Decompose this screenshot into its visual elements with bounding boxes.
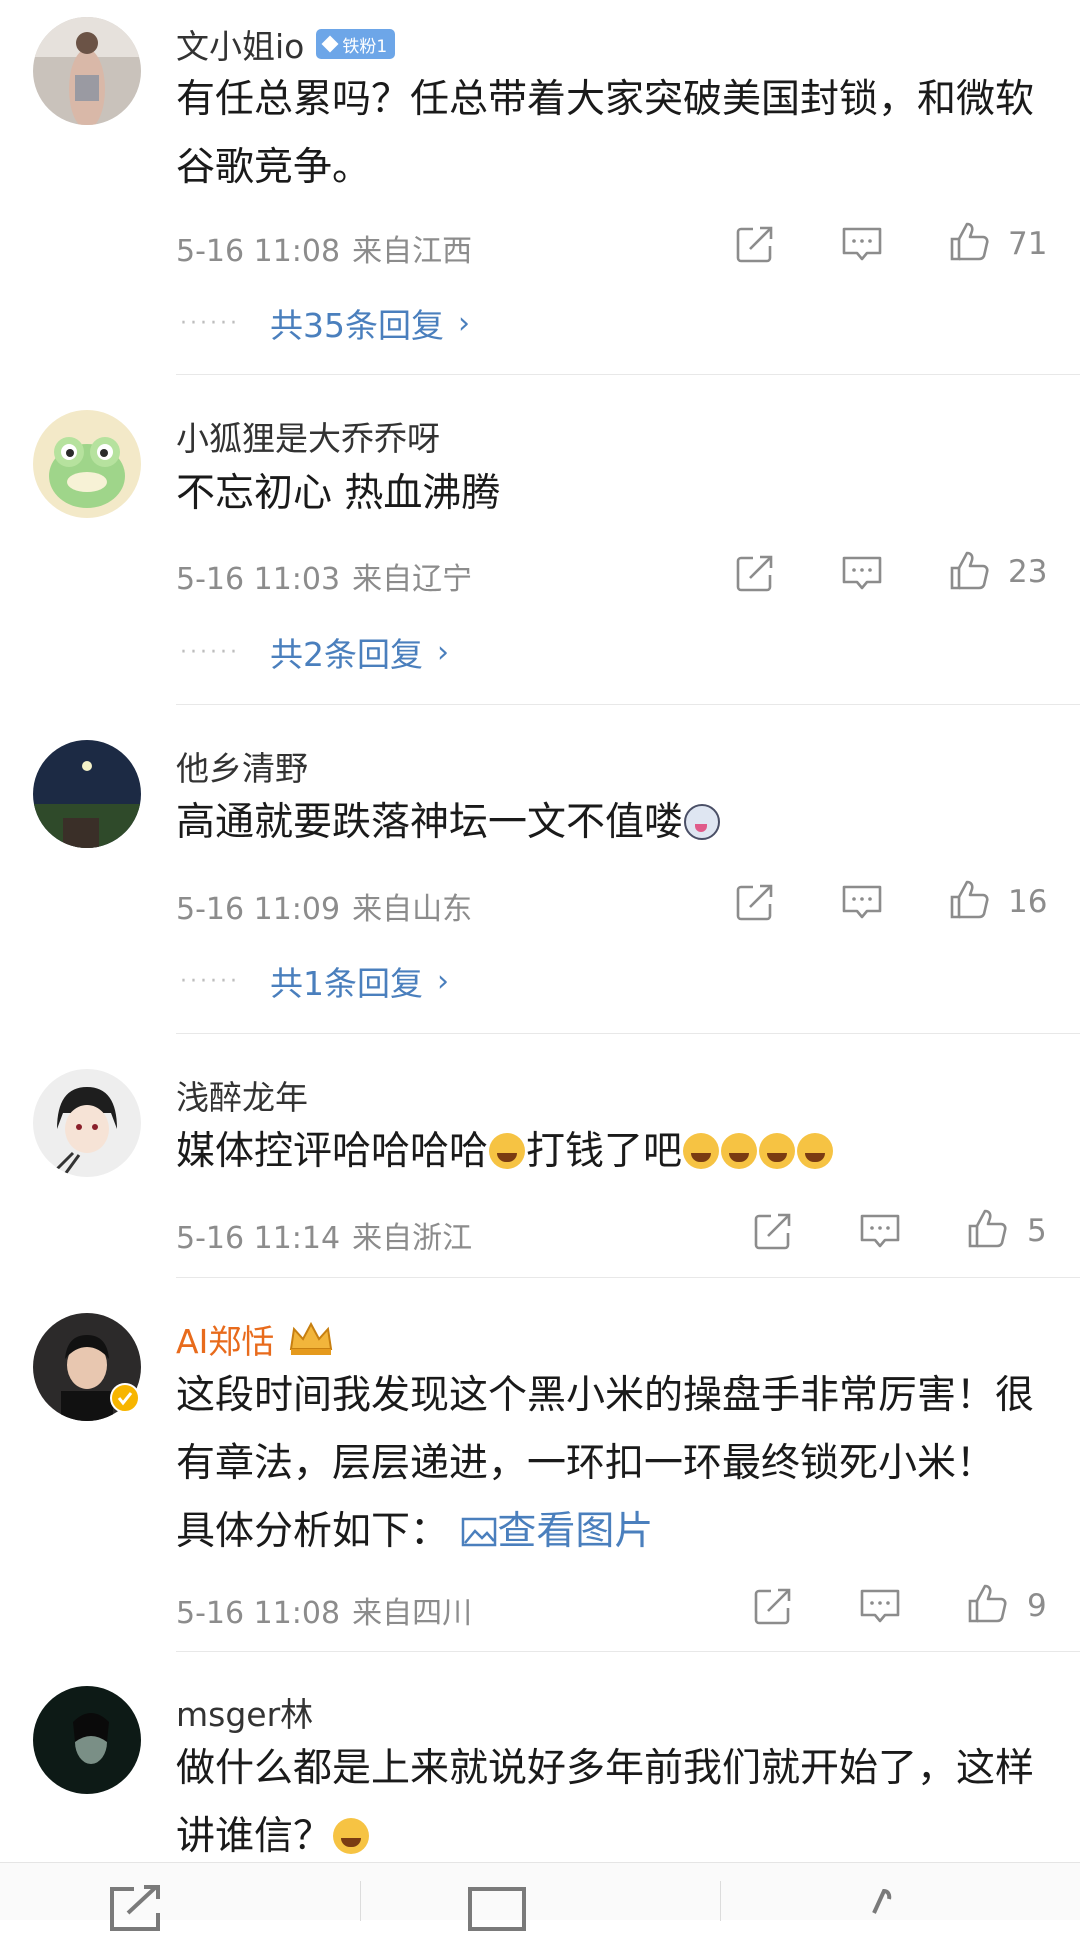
avatar[interactable]: [33, 410, 141, 518]
share-icon[interactable]: [751, 1209, 795, 1253]
username-label: 浅醉龙年: [176, 1078, 308, 1117]
comment-icon[interactable]: [466, 1883, 528, 1933]
like-icon[interactable]: [947, 220, 991, 264]
avatar[interactable]: [33, 17, 141, 125]
dots-decoration: ······: [180, 310, 240, 336]
crown-icon: [290, 1321, 333, 1355]
comment-meta: 5-16 11:03 来自辽宁: [176, 554, 472, 598]
dots-decoration: ······: [180, 639, 240, 665]
comment-time: 5-16 11:08: [176, 234, 341, 269]
like-count: 16: [1008, 884, 1048, 920]
comment-location: 来自浙江: [352, 1221, 473, 1256]
comment-time: 5-16 11:09: [176, 892, 341, 927]
comment-location: 来自四川: [352, 1596, 473, 1631]
view-replies-link[interactable]: ······ 共35条回复 ›: [180, 299, 470, 347]
username-label: msger林: [176, 1695, 314, 1734]
username-label: 他乡清野: [176, 749, 308, 788]
divider: [176, 1651, 1080, 1652]
share-icon[interactable]: [733, 880, 777, 924]
comment-text: 媒体控评哈哈哈哈 打钱了吧: [176, 1118, 1036, 1186]
username[interactable]: AI郑恬: [176, 1315, 336, 1363]
emoji-icon: [684, 804, 721, 840]
comment-text: 高通就要跌落神坛一文不值喽: [176, 789, 1036, 857]
comment-icon[interactable]: [840, 222, 884, 266]
username[interactable]: 文小姐io 铁粉1: [176, 20, 396, 68]
comment-location: 来自江西: [352, 234, 473, 269]
comment-icon[interactable]: [840, 880, 884, 924]
like-count: 23: [1008, 554, 1048, 590]
laugh-emoji-icon: [721, 1133, 758, 1169]
chevron-right-icon: ›: [436, 634, 449, 670]
divider: [720, 1881, 721, 1921]
username-label: 文小姐io: [176, 27, 305, 66]
laugh-emoji-icon: [333, 1818, 370, 1854]
image-icon: [462, 1517, 497, 1547]
view-image-link[interactable]: 查看图片: [461, 1509, 653, 1554]
like-icon[interactable]: [947, 878, 991, 922]
laugh-emoji-icon: [797, 1133, 834, 1169]
comment-text: 不忘初心 热血沸腾: [176, 471, 501, 516]
like-count: 9: [1027, 1588, 1047, 1624]
divider: [176, 1277, 1080, 1278]
comment-location: 来自山东: [352, 892, 473, 927]
like-icon[interactable]: [965, 1207, 1009, 1251]
username-label: 小狐狸是大乔乔呀: [176, 419, 440, 458]
avatar[interactable]: [33, 1069, 141, 1177]
comment-meta: 5-16 11:14 来自浙江: [176, 1213, 472, 1257]
comment-meta: 5-16 11:08 来自四川: [176, 1588, 472, 1632]
like-count: 71: [1008, 226, 1048, 262]
divider: [176, 1033, 1080, 1034]
comment-time: 5-16 11:08: [176, 1596, 341, 1631]
comment-text: 有任总累吗？任总带着大家突破美国封锁，和微软谷歌竞争。: [176, 77, 1035, 190]
comment-location: 来自辽宁: [352, 562, 473, 597]
like-icon[interactable]: [860, 1883, 910, 1933]
username[interactable]: 他乡清野: [176, 742, 308, 790]
share-icon[interactable]: [733, 551, 777, 595]
avatar[interactable]: [33, 740, 141, 848]
comment-text: 做什么都是上来就说好多年前我们就开始了，这样讲谁信？: [176, 1746, 1035, 1859]
laugh-emoji-icon: [759, 1133, 796, 1169]
divider: [176, 704, 1080, 705]
avatar[interactable]: [33, 1686, 141, 1794]
comment-meta: 5-16 11:09 来自山东: [176, 884, 472, 928]
dots-decoration: ······: [180, 968, 240, 994]
chevron-right-icon: ›: [457, 305, 470, 341]
comment-time: 5-16 11:03: [176, 562, 341, 597]
laugh-emoji-icon: [489, 1133, 526, 1169]
divider: [176, 374, 1080, 375]
comment-icon[interactable]: [858, 1209, 902, 1253]
username[interactable]: msger林: [176, 1688, 313, 1736]
share-icon[interactable]: [104, 1883, 166, 1933]
like-icon[interactable]: [965, 1582, 1009, 1626]
share-icon[interactable]: [733, 222, 777, 266]
like-icon[interactable]: [947, 549, 991, 593]
fan-badge: 铁粉1: [316, 29, 396, 59]
username-label: AI郑恬: [176, 1322, 275, 1361]
username[interactable]: 浅醉龙年: [176, 1071, 308, 1119]
bottom-action-bar: [0, 1862, 1080, 1931]
like-count: 5: [1027, 1213, 1047, 1249]
comment-time: 5-16 11:14: [176, 1221, 341, 1256]
view-replies-link[interactable]: ······ 共1条回复 ›: [180, 957, 449, 1005]
username[interactable]: 小狐狸是大乔乔呀: [176, 412, 440, 460]
chevron-right-icon: ›: [436, 963, 449, 999]
comment-icon[interactable]: [840, 551, 884, 595]
laugh-emoji-icon: [683, 1133, 720, 1169]
verified-icon: [110, 1383, 140, 1413]
comment-meta: 5-16 11:08 来自江西: [176, 226, 472, 270]
view-replies-link[interactable]: ······ 共2条回复 ›: [180, 628, 449, 676]
comment-text: 这段时间我发现这个黑小米的操盘手非常厉害！很有章法，层层递进，一环扣一环最终锁死…: [176, 1373, 1035, 1554]
comment-icon[interactable]: [858, 1584, 902, 1628]
share-icon[interactable]: [751, 1584, 795, 1628]
divider: [360, 1881, 361, 1921]
diamond-icon: [321, 35, 339, 53]
